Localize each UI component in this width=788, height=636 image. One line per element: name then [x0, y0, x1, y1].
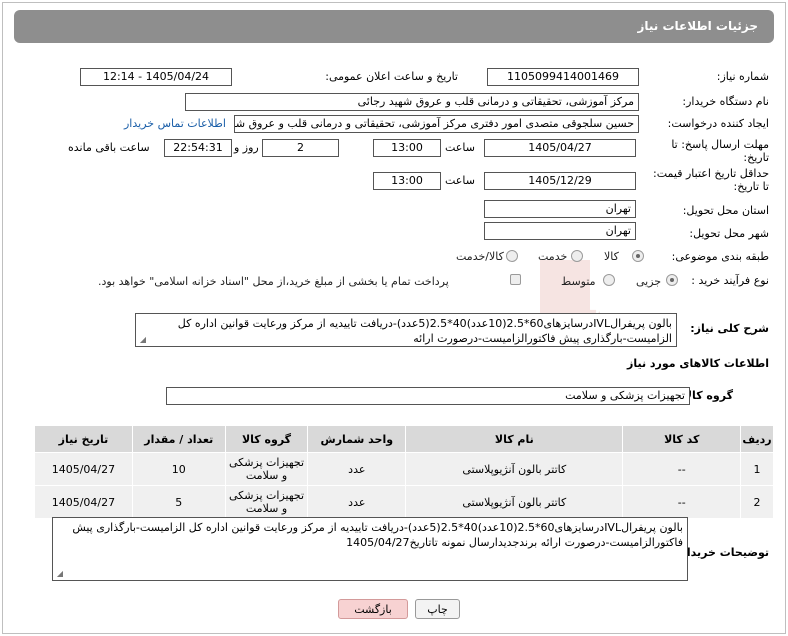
- category-goods-radio[interactable]: [632, 250, 644, 262]
- cell-row: 1: [740, 452, 774, 486]
- deadline-label-1: مهلت ارسال پاسخ: تا: [671, 138, 769, 151]
- col-code: کد کالا: [622, 425, 742, 453]
- category-label: طبقه بندی موضوعی:: [671, 250, 769, 263]
- col-qty: تعداد / مقدار: [131, 425, 226, 453]
- cell-group: تجهیزات پزشکی و سلامت: [224, 452, 309, 486]
- deadline-time: 13:00: [373, 139, 441, 157]
- city-label: شهر محل تحویل:: [689, 227, 769, 240]
- cell-unit: عدد: [307, 452, 407, 486]
- validity-date: 1405/12/29: [484, 172, 636, 190]
- col-unit: واحد شمارش: [307, 425, 407, 453]
- summary-textarea[interactable]: بالون پریفرالIVLدرسایزهای60*2.5(10عدد)40…: [135, 313, 677, 347]
- province-value: تهران: [484, 200, 636, 218]
- cell-group: تجهیزات پزشکی و سلامت: [224, 485, 309, 519]
- requester-value: حسین سلجوقی متصدی امور دفتری مرکز آموزشی…: [234, 115, 639, 133]
- resize-handle-icon[interactable]: ◢: [138, 336, 146, 344]
- deadline-date: 1405/04/27: [484, 139, 636, 157]
- deadline-time-label: ساعت: [445, 141, 475, 154]
- resize-handle-icon[interactable]: ◢: [55, 570, 63, 578]
- buyer-org-label: نام دستگاه خریدار:: [682, 95, 769, 108]
- buyer-notes-label: توضیحات خریدار:: [676, 546, 769, 559]
- cell-unit: عدد: [307, 485, 407, 519]
- remaining-time: 22:54:31: [164, 139, 232, 157]
- cell-qty: 10: [131, 452, 226, 486]
- validity-label-2: تا تاریخ:: [733, 180, 769, 193]
- days-value: 2: [262, 139, 339, 157]
- col-group: گروه کالا: [224, 425, 309, 453]
- days-label: روز و: [234, 141, 259, 154]
- process-label: نوع فرآیند خرید :: [691, 274, 769, 287]
- province-label: استان محل تحویل:: [682, 204, 769, 217]
- remaining-label: ساعت باقی مانده: [68, 141, 150, 154]
- need-number-label: شماره نیاز:: [716, 70, 769, 83]
- process-minor-label: جزیی: [636, 275, 662, 288]
- cell-row: 2: [740, 485, 774, 519]
- requester-label: ایجاد کننده درخواست:: [667, 117, 769, 130]
- back-button[interactable]: بازگشت: [338, 599, 408, 619]
- announce-label: تاریخ و ساعت اعلان عمومی:: [325, 70, 458, 83]
- goods-group-value: تجهیزات پزشکی و سلامت: [166, 387, 690, 405]
- goods-table: ردیف کد کالا نام کالا واحد شمارش گروه کا…: [34, 425, 774, 519]
- contact-buyer-link[interactable]: اطلاعات تماس خریدار: [124, 117, 226, 130]
- cell-code: --: [622, 485, 742, 519]
- cell-name: کاتتر بالون آنژیوپلاستی: [405, 452, 624, 486]
- cell-code: --: [622, 452, 742, 486]
- city-value: تهران: [484, 222, 636, 240]
- announce-value: 1405/04/24 - 12:14: [80, 68, 232, 86]
- treasury-payment-checkbox[interactable]: [510, 274, 521, 285]
- col-name: نام کالا: [405, 425, 624, 453]
- cell-date: 1405/04/27: [34, 485, 133, 519]
- buyer-notes-textarea[interactable]: بالون پریفرالIVLدرسایزهای60*2.5(10عدد)40…: [52, 517, 688, 581]
- deadline-label-2: تاریخ:: [743, 151, 769, 164]
- process-minor-radio[interactable]: [666, 274, 678, 286]
- print-button[interactable]: چاپ: [415, 599, 460, 619]
- col-row: ردیف: [740, 425, 774, 453]
- goods-table-header: ردیف کد کالا نام کالا واحد شمارش گروه کا…: [34, 425, 774, 453]
- table-row: 2 -- کاتتر بالون آنژیوپلاستی عدد تجهیزات…: [34, 485, 774, 519]
- goods-section-title: اطلاعات کالاهای مورد نیاز: [627, 357, 769, 370]
- category-goods-label: کالا: [604, 250, 619, 263]
- validity-time: 13:00: [373, 172, 441, 190]
- process-medium-radio[interactable]: [603, 274, 615, 286]
- cell-date: 1405/04/27: [34, 452, 133, 486]
- col-date: تاریخ نیاز: [34, 425, 133, 453]
- page-title: جزئیات اطلاعات نیاز: [637, 19, 758, 33]
- validity-label-1: حداقل تاریخ اعتبار قیمت:: [653, 167, 769, 180]
- buyer-notes-text: بالون پریفرالIVLدرسایزهای60*2.5(10عدد)40…: [72, 521, 683, 549]
- category-service-label: خدمت: [538, 250, 568, 263]
- treasury-payment-note: پرداخت تمام یا بخشی از مبلغ خرید،از محل …: [98, 275, 449, 288]
- process-medium-label: متوسط: [561, 275, 596, 288]
- cell-qty: 5: [131, 485, 226, 519]
- need-number-value: 1105099414001469: [487, 68, 639, 86]
- header-bar: جزئیات اطلاعات نیاز: [14, 10, 774, 43]
- validity-time-label: ساعت: [445, 174, 475, 187]
- table-row: 1 -- کاتتر بالون آنژیوپلاستی عدد تجهیزات…: [34, 452, 774, 486]
- cell-name: کاتتر بالون آنژیوپلاستی: [405, 485, 624, 519]
- summary-text: بالون پریفرالIVLدرسایزهای60*2.5(10عدد)40…: [177, 317, 672, 345]
- category-goods-service-label: کالا/خدمت: [456, 250, 504, 263]
- summary-label: شرح کلی نیاز:: [690, 322, 769, 335]
- category-service-radio[interactable]: [571, 250, 583, 262]
- category-goods-service-radio[interactable]: [506, 250, 518, 262]
- buyer-org-value: مرکز آموزشی، تحقیقاتی و درمانی قلب و عرو…: [185, 93, 639, 111]
